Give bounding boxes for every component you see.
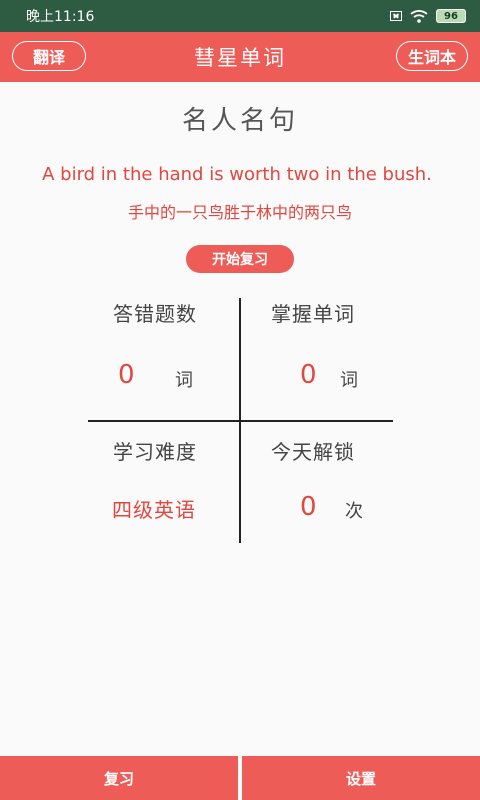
status-icons: 96: [390, 9, 466, 23]
wrong-count-value: 0: [118, 360, 135, 390]
mastered-words-unit: 词: [340, 370, 358, 391]
unlock-today-value: 0: [300, 492, 317, 522]
translate-button[interactable]: 翻译: [12, 41, 86, 71]
difficulty-label: 学习难度: [113, 440, 197, 464]
quote-english: A bird in the hand is worth two in the b…: [42, 164, 432, 185]
settings-button[interactable]: 设置: [242, 756, 480, 800]
wrong-count-label: 答错题数: [113, 302, 197, 326]
bottom-nav: 复习 设置: [0, 756, 480, 800]
quote-title: 名人名句: [181, 106, 298, 136]
unlock-today-unit: 次: [345, 501, 363, 522]
vocabulary-book-button[interactable]: 生词本: [396, 41, 468, 71]
battery-icon: 96: [436, 9, 466, 23]
wrong-count-unit: 词: [175, 370, 193, 391]
difficulty-value: 四级英语: [112, 498, 196, 522]
grid-horizontal-divider: [88, 420, 393, 422]
quote-chinese: 手中的一只鸟胜于林中的两只鸟: [127, 203, 352, 222]
mastered-words-value: 0: [300, 360, 317, 390]
start-review-button[interactable]: 开始复习: [186, 245, 294, 273]
review-button[interactable]: 复习: [0, 756, 238, 800]
status-bar: 晚上11:16 96: [0, 0, 480, 32]
unlock-today-label: 今天解锁: [271, 440, 355, 464]
app-title: 彗星单词: [194, 46, 286, 70]
wifi-icon: [410, 10, 428, 23]
no-sim-icon: [390, 11, 402, 21]
app-header: 翻译 彗星单词 生词本: [0, 32, 480, 82]
mastered-words-label: 掌握单词: [271, 302, 355, 326]
status-time: 晚上11:16: [26, 9, 95, 25]
